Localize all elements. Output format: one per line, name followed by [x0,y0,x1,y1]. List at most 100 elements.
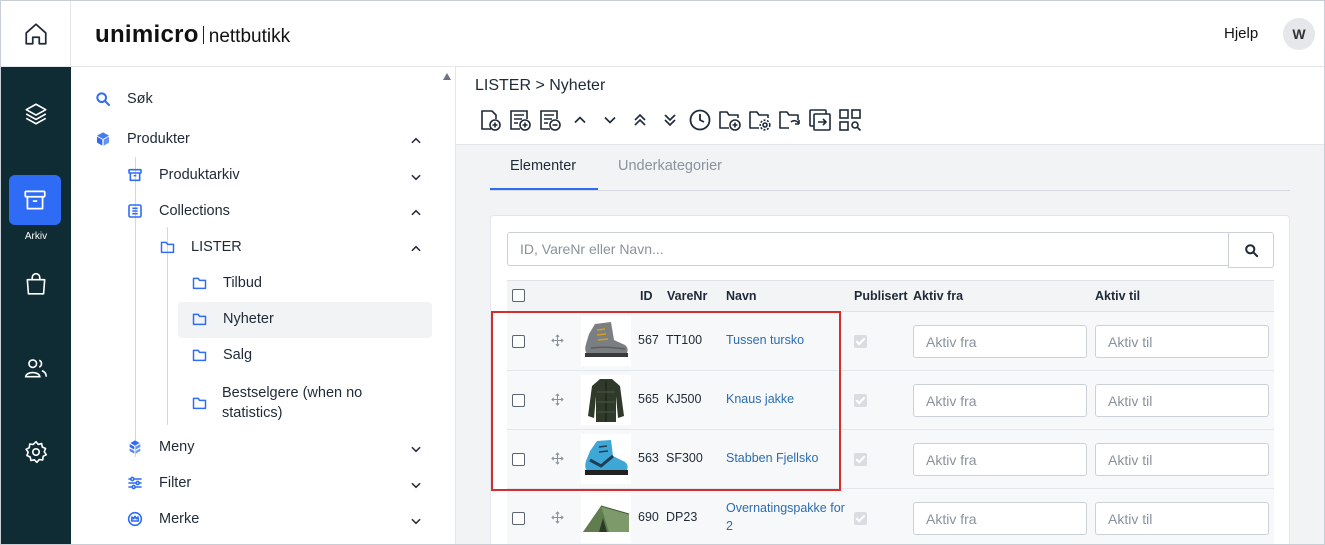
cell-varenr: DP23 [666,510,698,524]
archive-icon [128,168,142,182]
chevron-down-icon[interactable] [409,170,423,184]
tree-item-label: Collections [159,203,230,219]
logo-sub-text: nettbutikk [208,26,291,47]
column-header-navn[interactable]: Navn [726,289,757,303]
tree-item-merke[interactable]: Merke [127,511,199,527]
tree-item-label: Produktarkiv [159,167,240,183]
move-bottom-button[interactable] [658,108,682,132]
main-header: LISTER > Nyheter [456,67,1324,145]
tree-item-meny[interactable]: Meny [127,439,194,455]
move-top-button[interactable] [628,108,652,132]
column-header-id[interactable]: ID [640,289,653,303]
folder-move-button[interactable] [778,108,802,132]
tab-elementer[interactable]: Elementer [510,158,576,174]
avatar[interactable]: W [1283,18,1315,50]
list-remove-icon [540,110,561,131]
chevron-up-icon[interactable] [409,134,423,148]
tree-item-bestselgere[interactable]: Bestselgere (when no statistics) [191,383,362,423]
cubes-icon [129,440,141,454]
search-icon [96,92,110,106]
aktiv-til-input[interactable] [1095,325,1269,358]
tree-item-label: Søk [127,91,153,107]
double-chevron-up-icon [634,113,646,126]
column-header-aktiv-til[interactable]: Aktiv til [1095,289,1140,303]
published-checkbox [854,335,867,348]
published-checkbox [854,453,867,466]
add-element-button[interactable] [478,108,502,132]
breadcrumb: LISTER > Nyheter [475,77,606,94]
aktiv-til-input[interactable] [1095,443,1269,476]
home-button[interactable] [1,1,71,67]
chevron-down-icon[interactable] [409,478,423,492]
tree-guide-line [167,297,168,425]
tree-item-sok[interactable]: Søk [95,91,153,107]
move-up-button[interactable] [568,108,592,132]
rail-archive-button[interactable] [9,175,61,225]
tree-item-label: Merke [159,511,200,527]
double-chevron-down-icon [664,114,676,127]
nav-rail: Arkiv [1,67,71,544]
tree-item-produkter[interactable]: Produkter [95,131,190,147]
tree-item-tilbud[interactable]: Tilbud [191,275,262,291]
rail-layers-button[interactable] [1,101,71,127]
schedule-button[interactable] [688,108,712,132]
folder-arrow-icon [779,111,800,129]
aktiv-fra-input[interactable] [913,443,1087,476]
search-input[interactable] [507,232,1229,266]
qr-search-button[interactable] [838,108,862,132]
drag-handle-icon[interactable] [551,511,564,524]
rail-users-button[interactable] [1,355,71,381]
export-icon [809,109,831,131]
chevron-down-icon [604,116,616,124]
tree-item-salg[interactable]: Salg [191,347,252,363]
scroll-up-arrow[interactable] [443,73,451,80]
aktiv-til-input[interactable] [1095,502,1269,535]
table-row[interactable]: 690 DP23 Overnatingspakke for 2 [507,489,1274,544]
column-header-varenr[interactable]: VareNr [667,289,707,303]
aktiv-fra-input[interactable] [913,384,1087,417]
add-folder-button[interactable] [718,108,742,132]
folder-gear-icon [749,111,771,131]
remove-list-button[interactable] [538,108,562,132]
column-header-publisert[interactable]: Publisert [854,289,908,303]
aktiv-fra-input[interactable] [913,325,1087,358]
chevron-down-icon[interactable] [409,442,423,456]
column-header-aktiv-fra[interactable]: Aktiv fra [913,289,963,303]
chevron-up-icon[interactable] [409,206,423,220]
home-icon [24,23,47,45]
rail-archive-label: Arkiv [24,231,48,242]
tree-item-lister[interactable]: LISTER [159,239,242,255]
tree-item-label: Tilbud [223,275,262,291]
rail-shop-button[interactable] [1,271,71,297]
qr-search-icon [839,109,862,132]
tab-underkategorier[interactable]: Underkategorier [618,158,722,174]
product-link[interactable]: Overnatingspakke for 2 [726,499,845,535]
search-button[interactable] [1228,232,1274,268]
rail-settings-button[interactable] [1,439,71,465]
tree-item-collections[interactable]: Collections [127,203,230,219]
folder-settings-button[interactable] [748,108,772,132]
cell-id: 690 [638,510,659,524]
chevron-down-icon[interactable] [409,514,423,528]
aktiv-fra-input[interactable] [913,502,1087,535]
select-all-checkbox[interactable] [512,289,525,302]
tree-item-label-line1: Bestselgere (when no [222,385,363,401]
export-button[interactable] [808,108,832,132]
tree-item-nyheter[interactable]: Nyheter [191,311,274,327]
list-add-icon [510,110,531,131]
row-checkbox[interactable] [512,512,525,525]
help-link[interactable]: Hjelp [1224,25,1258,42]
add-list-button[interactable] [508,108,532,132]
tree-item-label: Filter [159,475,192,491]
aktiv-til-input[interactable] [1095,384,1269,417]
tree-item-label-line2: statistics) [222,405,283,421]
chevron-up-icon[interactable] [409,242,423,256]
archive-icon [24,190,46,210]
folder-icon [192,313,207,326]
tree-item-produktarkiv[interactable]: Produktarkiv [127,167,240,183]
tree-item-filter[interactable]: Filter [127,475,191,491]
crown-icon [127,511,143,527]
table-header: ID VareNr Navn Publisert Aktiv fra Aktiv… [507,280,1274,312]
tree-item-label: Meny [159,439,195,455]
move-down-button[interactable] [598,108,622,132]
